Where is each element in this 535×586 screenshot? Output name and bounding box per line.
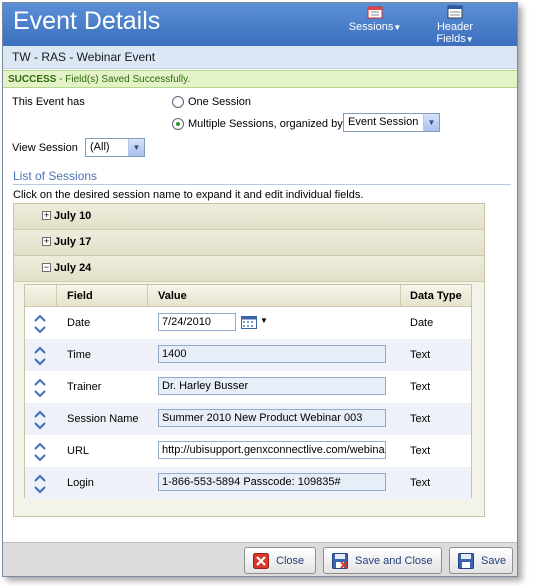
session-group-label[interactable]: July 24 (54, 262, 91, 274)
close-button-label: Close (276, 555, 305, 567)
field-name: URL (67, 445, 90, 457)
field-name: Session Name (67, 413, 139, 425)
save-and-close-button[interactable]: Save and Close (323, 547, 442, 574)
reorder-arrows-icon[interactable] (34, 312, 46, 336)
save-icon (458, 553, 474, 569)
collapse-icon[interactable]: − (42, 263, 51, 272)
save-button-label: Save (481, 555, 507, 567)
column-divider (400, 285, 401, 307)
field-name: Time (67, 349, 92, 361)
expand-icon[interactable]: + (42, 237, 51, 246)
column-header-value: Value (158, 290, 187, 302)
table-row: Trainer Dr. Harley Busser Text (25, 371, 471, 403)
sessions-list: + July 10 + July 17 − July 24 Field Valu… (13, 203, 485, 517)
reorder-arrows-icon[interactable] (34, 472, 46, 496)
sessions-menu[interactable]: Sessions▼ (347, 5, 403, 33)
column-header-data-type: Data Type (410, 290, 462, 302)
sessions-hint: Click on the desired session name to exp… (13, 189, 364, 201)
page-title: Event Details (13, 7, 161, 35)
session-fields-table: Field Value Data Type Date 7/24/2010 ▼ D… (24, 284, 472, 499)
table-row: URL http://ubisupport.genxconnectlive.co… (25, 435, 471, 467)
url-input[interactable]: http://ubisupport.genxconnectlive.com/we… (158, 441, 386, 459)
header-fields-icon (447, 5, 463, 19)
event-has-label: This Event has (12, 96, 85, 108)
data-type: Text (410, 349, 431, 361)
time-input[interactable]: 1400 (158, 345, 386, 363)
close-button[interactable]: Close (244, 547, 316, 574)
date-input[interactable]: 7/24/2010 (158, 313, 236, 331)
trainer-input[interactable]: Dr. Harley Busser (158, 377, 386, 395)
table-row: Date 7/24/2010 ▼ Date (25, 307, 471, 339)
field-name: Login (67, 477, 94, 489)
view-session-select[interactable]: (All) ▼ (85, 138, 145, 157)
table-row: Time 1400 Text (25, 339, 471, 371)
expand-icon[interactable]: + (42, 211, 51, 220)
success-separator: - (56, 74, 66, 85)
footer-bar: Close Save and Close Save (3, 542, 517, 576)
field-name: Trainer (67, 381, 102, 393)
event-details-window: Event Details Sessions▼ Header Fields▼ T… (2, 2, 518, 577)
table-row: Login 1-866-553-5894 Passcode: 109835# T… (25, 467, 471, 499)
save-and-close-icon (332, 553, 348, 569)
login-input[interactable]: 1-866-553-5894 Passcode: 109835# (158, 473, 386, 491)
success-message: Field(s) Saved Successfully. (65, 74, 191, 85)
view-session-value: (All) (90, 141, 110, 153)
column-divider (56, 285, 57, 307)
multiple-sessions-label[interactable]: Multiple Sessions, organized by (188, 118, 343, 130)
save-and-close-button-label: Save and Close (355, 555, 433, 567)
list-of-sessions-title: List of Sessions (13, 169, 98, 183)
reorder-arrows-icon[interactable] (34, 408, 46, 432)
column-header-field: Field (67, 290, 93, 302)
organize-by-select[interactable]: Event Session ▼ (343, 113, 440, 132)
reorder-arrows-icon[interactable] (34, 376, 46, 400)
dropdown-arrow-icon[interactable]: ▼ (423, 114, 439, 131)
session-group-july-17[interactable]: + July 17 (14, 230, 484, 256)
one-session-radio[interactable] (172, 96, 184, 108)
header-bar: Event Details Sessions▼ Header Fields▼ (3, 3, 517, 46)
data-type: Text (410, 381, 431, 393)
session-group-label[interactable]: July 10 (54, 210, 91, 222)
view-session-label: View Session (12, 142, 78, 154)
data-type: Date (410, 317, 434, 329)
reorder-arrows-icon[interactable] (34, 440, 46, 464)
sessions-icon (367, 6, 383, 19)
dropdown-arrow-icon[interactable]: ▼ (128, 139, 144, 156)
save-button[interactable]: Save (449, 547, 513, 574)
data-type: Text (410, 413, 431, 425)
event-name: TW - RAS - Webinar Event (12, 50, 156, 64)
chevron-down-icon: ▼ (465, 35, 474, 44)
field-name: Date (67, 317, 91, 329)
session-name-input[interactable]: Summer 2010 New Product Webinar 003 (158, 409, 386, 427)
column-divider (147, 285, 148, 307)
success-banner: SUCCESS - Field(s) Saved Successfully. (3, 70, 517, 88)
chevron-down-icon[interactable]: ▼ (260, 316, 268, 325)
chevron-down-icon: ▼ (393, 23, 402, 32)
table-row: Session Name Summer 2010 New Product Web… (25, 403, 471, 435)
multiple-sessions-radio[interactable] (172, 118, 184, 130)
calendar-icon[interactable] (241, 316, 257, 329)
organize-by-value: Event Session (348, 116, 419, 128)
table-header: Field Value Data Type (25, 285, 471, 307)
event-name-bar: TW - RAS - Webinar Event (3, 46, 517, 69)
session-group-label[interactable]: July 17 (54, 236, 91, 248)
close-icon (253, 553, 269, 569)
data-type: Text (410, 445, 431, 457)
section-divider (13, 184, 511, 185)
sessions-menu-label: Sessions (348, 21, 394, 33)
data-type: Text (410, 477, 431, 489)
one-session-label[interactable]: One Session (188, 96, 251, 108)
session-group-july-10[interactable]: + July 10 (14, 204, 484, 230)
header-fields-menu[interactable]: Header Fields▼ (417, 5, 493, 45)
reorder-arrows-icon[interactable] (34, 344, 46, 368)
session-group-july-24[interactable]: − July 24 (14, 256, 484, 282)
success-prefix: SUCCESS (8, 74, 57, 85)
